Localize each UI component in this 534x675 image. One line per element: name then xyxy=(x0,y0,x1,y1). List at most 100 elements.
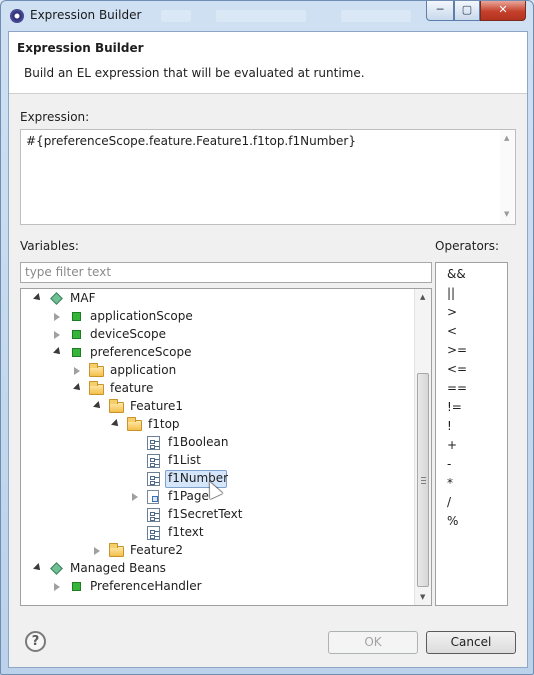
collapse-arrow-icon[interactable] xyxy=(54,583,60,591)
tree-item-label: f1text xyxy=(168,525,204,539)
operator-item[interactable]: && xyxy=(447,267,466,281)
variables-tree[interactable]: MAF applicationScope deviceScope preference… xyxy=(20,288,432,606)
grip-line xyxy=(421,483,426,484)
tree-item[interactable]: f1SecretText xyxy=(21,506,413,524)
tree-item[interactable]: PreferenceHandler xyxy=(21,578,413,596)
tree-item[interactable]: Feature2 xyxy=(21,542,413,560)
help-button[interactable]: ? xyxy=(25,631,46,652)
expand-arrow-icon[interactable] xyxy=(111,419,121,429)
header-title: Expression Builder xyxy=(17,41,144,55)
scope-icon xyxy=(72,582,81,591)
tree-item-label: Managed Beans xyxy=(70,561,166,575)
expression-scrollbar[interactable]: ▲ ▼ xyxy=(500,130,515,224)
collapse-arrow-icon[interactable] xyxy=(54,331,60,339)
operator-item[interactable]: % xyxy=(447,514,458,528)
scroll-thumb[interactable] xyxy=(417,373,429,587)
property-icon xyxy=(147,526,160,540)
operator-item[interactable]: * xyxy=(447,476,453,490)
diamond-icon xyxy=(50,562,63,575)
background-ghost xyxy=(216,10,306,22)
expression-label: Expression: xyxy=(20,110,90,124)
expression-textarea[interactable]: #{preferenceScope.feature.Feature1.f1top… xyxy=(20,129,516,225)
property-icon xyxy=(147,436,160,450)
operator-item[interactable]: >= xyxy=(447,343,467,357)
filter-placeholder: type filter text xyxy=(25,265,112,279)
diamond-icon xyxy=(50,292,63,305)
tree-item[interactable]: f1top xyxy=(21,416,413,434)
tree-item-label: PreferenceHandler xyxy=(90,579,202,593)
tree-item-label: f1Boolean xyxy=(168,435,229,449)
tree-item[interactable]: Managed Beans xyxy=(21,560,413,578)
expand-arrow-icon[interactable] xyxy=(53,347,63,357)
property-icon xyxy=(147,454,160,468)
folder-icon xyxy=(89,381,104,395)
scope-icon xyxy=(72,312,81,321)
operator-item[interactable]: <= xyxy=(447,362,467,376)
tree-item-label: deviceScope xyxy=(90,327,166,341)
operator-item[interactable]: != xyxy=(447,400,462,414)
operator-item[interactable]: == xyxy=(447,381,467,395)
tree-item-label: preferenceScope xyxy=(90,345,192,359)
tree-item-label: f1Number xyxy=(168,471,229,485)
expand-arrow-icon[interactable] xyxy=(33,293,43,303)
grip-line xyxy=(421,480,426,481)
tree-item[interactable]: f1Boolean xyxy=(21,434,413,452)
folder-icon xyxy=(127,417,142,431)
maximize-button[interactable]: ▢ xyxy=(454,1,480,21)
operator-item[interactable]: < xyxy=(447,324,457,338)
folder-icon xyxy=(89,363,104,377)
expression-value: #{preferenceScope.feature.Feature1.f1top… xyxy=(26,134,356,148)
title-bar[interactable]: Expression Builder ─ ▢ ✕ xyxy=(1,1,533,31)
tree-item[interactable]: deviceScope xyxy=(21,326,413,344)
tree-item[interactable]: Feature1 xyxy=(21,398,413,416)
tree-scrollbar[interactable]: ▲ ▼ xyxy=(414,289,431,605)
collapse-arrow-icon[interactable] xyxy=(54,313,60,321)
background-ghost xyxy=(341,10,411,22)
collapse-arrow-icon[interactable] xyxy=(132,493,138,501)
background-ghost xyxy=(161,10,191,22)
page-icon xyxy=(147,490,159,504)
collapse-arrow-icon[interactable] xyxy=(74,367,80,375)
property-icon xyxy=(147,472,160,486)
cancel-button[interactable]: Cancel xyxy=(426,631,516,654)
scroll-down-icon[interactable]: ▼ xyxy=(420,593,425,601)
operator-item[interactable]: > xyxy=(447,305,457,319)
operator-item[interactable]: ! xyxy=(447,419,452,433)
grip-line xyxy=(421,477,426,478)
scroll-up-icon[interactable]: ▲ xyxy=(504,134,509,142)
tree-item[interactable]: feature xyxy=(21,380,413,398)
operator-item[interactable]: + xyxy=(447,438,457,452)
tree-item[interactable]: preferenceScope xyxy=(21,344,413,362)
tree-item-label: feature xyxy=(110,381,154,395)
expand-arrow-icon[interactable] xyxy=(73,383,83,393)
property-icon xyxy=(147,508,160,522)
expand-arrow-icon[interactable] xyxy=(93,401,103,411)
scope-icon xyxy=(72,330,81,339)
scroll-down-icon[interactable]: ▼ xyxy=(504,210,509,218)
operator-item[interactable]: - xyxy=(447,457,451,471)
minimize-button[interactable]: ─ xyxy=(426,1,454,21)
expand-arrow-icon[interactable] xyxy=(33,563,43,573)
folder-icon xyxy=(109,399,124,413)
tree-item-label: Feature1 xyxy=(130,399,183,413)
window-title: Expression Builder xyxy=(30,8,142,22)
ok-button[interactable]: OK xyxy=(328,631,418,654)
tree-item[interactable]: application xyxy=(21,362,413,380)
tree-item[interactable]: MAF xyxy=(21,290,413,308)
tree-item[interactable]: f1text xyxy=(21,524,413,542)
scroll-up-icon[interactable]: ▲ xyxy=(420,293,425,301)
filter-input[interactable]: type filter text xyxy=(20,262,432,283)
collapse-arrow-icon[interactable] xyxy=(94,547,100,555)
folder-icon xyxy=(109,543,124,557)
close-button[interactable]: ✕ xyxy=(480,1,526,21)
expression-builder-window: Expression Builder ─ ▢ ✕ Expression Buil… xyxy=(0,0,534,675)
operators-label: Operators: xyxy=(435,239,500,253)
eclipse-icon xyxy=(10,9,24,23)
tree-item[interactable]: applicationScope xyxy=(21,308,413,326)
operator-item[interactable]: || xyxy=(447,286,455,300)
tree-item[interactable]: f1List xyxy=(21,452,413,470)
operator-item[interactable]: / xyxy=(447,495,451,509)
dialog-header: Expression Builder Build an EL expressio… xyxy=(9,32,527,94)
operators-list[interactable]: && || > < >= <= == !=! + - * /% xyxy=(435,262,508,606)
header-description: Build an EL expression that will be eval… xyxy=(24,66,365,80)
